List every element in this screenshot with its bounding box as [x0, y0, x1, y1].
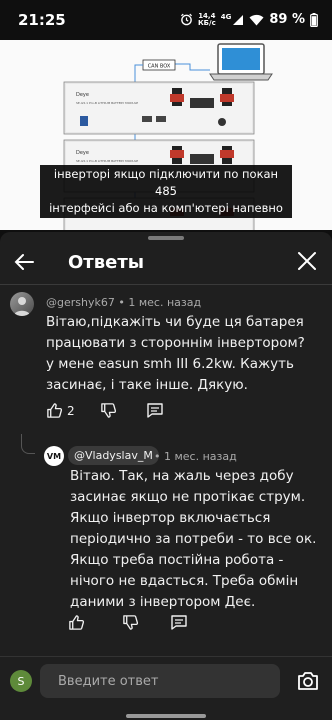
reply-reply-button[interactable] [170, 614, 188, 631]
reply-line: періодично за потреби - то все ок. [70, 531, 317, 547]
laptop-icon [209, 43, 273, 81]
sheet-header: Ответы [0, 240, 332, 284]
comment-meta: @gershyk67 • 1 мес. назад [46, 296, 201, 309]
battery-icon [310, 12, 318, 27]
comment-line: Вітаю,підкажіть чи буде ця батарея [46, 314, 304, 330]
battery-module: Deye SE-G5.1 Pro-B LITHIUM BATTERY MODUL… [63, 81, 255, 135]
camera-icon[interactable] [296, 669, 320, 693]
close-icon[interactable] [296, 250, 318, 272]
module-label: SE-G5.1 Pro-B LITHIUM BATTERY MODULE [76, 159, 138, 163]
video-player[interactable]: CAN BOX Deye SE-G5.1 Pro-B LITHIUM BATTE… [0, 40, 332, 230]
like-button[interactable]: 2 [46, 402, 75, 419]
reply-dislike-button[interactable] [122, 614, 139, 631]
comment-line: засинає, і таке інше. Дякую. [46, 377, 248, 393]
comment-line: у мене easun smh III 6.2kw. Кажуть [46, 356, 294, 372]
thread-connector [21, 434, 35, 454]
module-brand: Deye [76, 92, 89, 98]
reply-avatar[interactable]: VM [44, 446, 64, 466]
thumbs-up-icon [47, 403, 63, 418]
dislike-button[interactable] [100, 402, 117, 419]
reply-author[interactable]: @Vladyslav_M [68, 446, 159, 465]
network-type: 4G [220, 12, 232, 21]
back-arrow-icon[interactable] [12, 250, 36, 274]
home-gesture-pill[interactable] [126, 714, 206, 718]
comment-line: працювати з стороннім інвертором? [46, 335, 305, 351]
thumbs-down-icon [101, 403, 117, 418]
comment-icon [147, 403, 163, 418]
wifi-icon [249, 14, 264, 25]
reply-line: Якщо треба постійна робота - [70, 552, 284, 568]
video-subtitle: інверторі якщо підключити по покан 485 і… [40, 165, 292, 218]
like-count: 2 [67, 403, 75, 418]
header-divider [0, 284, 332, 285]
network-speed: 14,4 КБ/с [197, 11, 216, 27]
reply-time: • 1 мес. назад [154, 450, 237, 463]
reply-input[interactable] [40, 664, 280, 698]
thumbs-down-icon [123, 615, 139, 630]
reply-line: засинає якщо не протікає струм. [70, 489, 306, 505]
reply-button[interactable] [146, 402, 164, 419]
reply-line: Вітаю. Так, на жаль через добу [70, 468, 294, 484]
reply-line: Якщо інвертор включається [70, 510, 271, 526]
can-box-label: CAN BOX [148, 64, 171, 70]
signal-indicator: 4G [220, 12, 245, 26]
avatar-image [14, 297, 30, 316]
reply-line: нічого не вдасться. Треба обмін [70, 573, 299, 589]
status-bar: 21:25 14,4 КБ/с 4G 89 % [0, 0, 332, 40]
signal-icon [233, 14, 244, 25]
status-icons: 14,4 КБ/с 4G 89 % [180, 12, 318, 27]
thumbs-up-icon [69, 615, 85, 630]
reply-text: Вітаю. Так, на жаль через добу засинає я… [70, 466, 326, 613]
comment-icon [171, 615, 187, 630]
battery-percent: 89 % [269, 12, 305, 27]
module-brand: Deye [76, 150, 89, 156]
comment-text: Вітаю,підкажіть чи буде ця батарея працю… [46, 312, 326, 396]
module-label: SE-G5.1 Pro-B LITHIUM BATTERY MODULE [76, 101, 138, 105]
sheet-title: Ответы [68, 252, 145, 273]
status-time: 21:25 [18, 11, 66, 29]
reply-line: даними з інвертором Деє. [70, 594, 256, 610]
alarm-icon [180, 13, 192, 26]
comment-author[interactable]: @gershyk67 [46, 296, 115, 309]
user-avatar[interactable]: S [10, 670, 32, 692]
reply-like-button[interactable] [68, 614, 85, 631]
avatar[interactable] [10, 292, 34, 316]
comment-time: • 1 мес. назад [114, 296, 202, 309]
